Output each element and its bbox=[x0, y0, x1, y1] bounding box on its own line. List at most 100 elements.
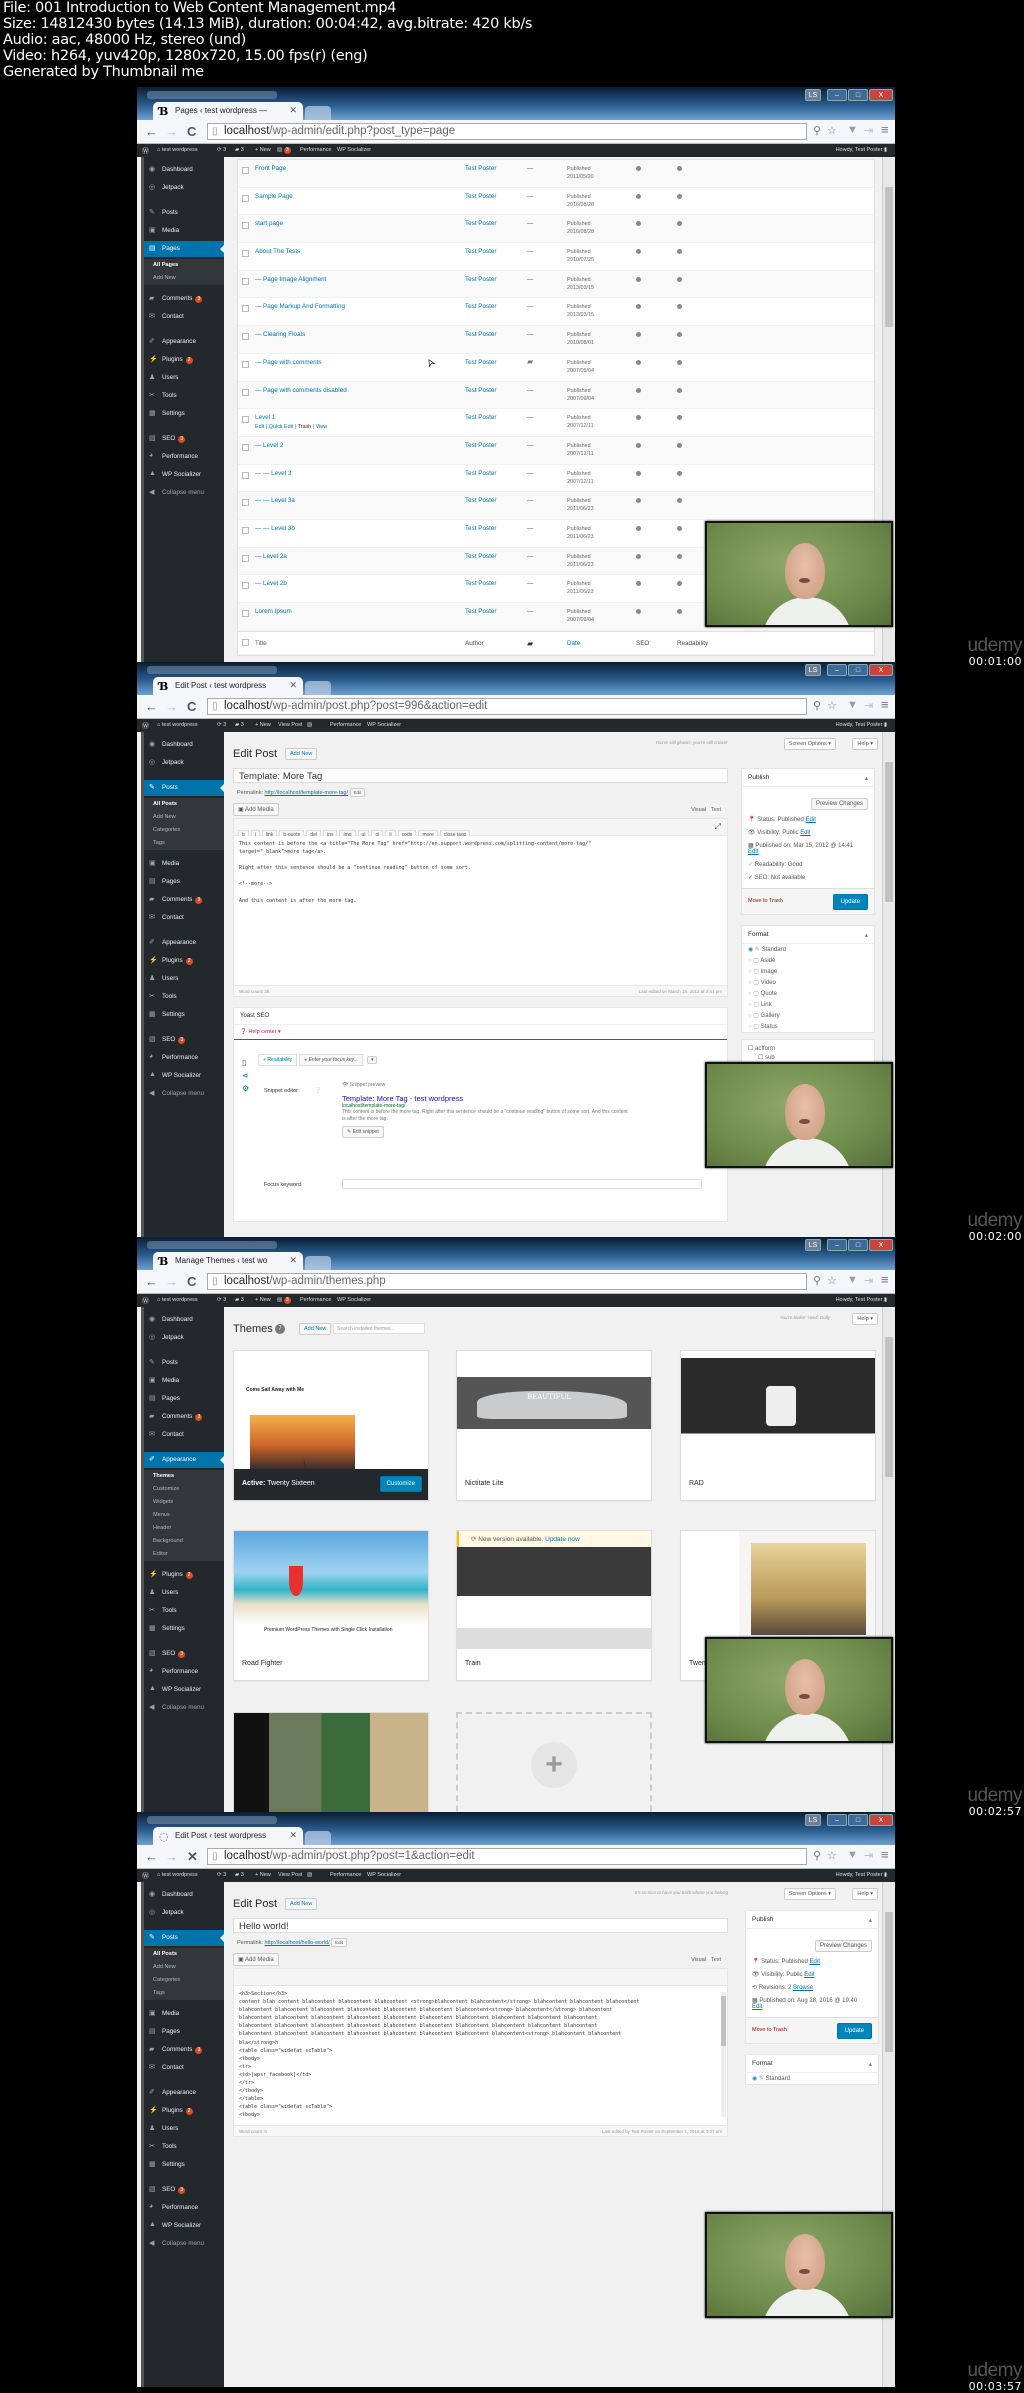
bookmark-star-icon[interactable]: ☆ bbox=[827, 124, 837, 137]
screen-options-button[interactable]: Screen Options ▾ bbox=[783, 738, 836, 750]
wordpress-logo-icon[interactable]: Ⓦ bbox=[142, 721, 149, 731]
row-checkbox[interactable] bbox=[242, 471, 249, 479]
performance-link[interactable]: Performance bbox=[300, 147, 332, 153]
page-title-link[interactable]: — Page with comments disabled bbox=[255, 387, 347, 394]
bookmark-star-icon[interactable]: ☆ bbox=[827, 1274, 837, 1287]
search-themes-input[interactable]: Search installed themes... bbox=[333, 1323, 425, 1334]
format-option[interactable]: ○ ▢ Quote bbox=[742, 988, 874, 999]
sidebar-item-media[interactable]: ▣ Media bbox=[144, 2006, 224, 2022]
focus-keyword-input[interactable] bbox=[342, 1179, 702, 1189]
browser-tab[interactable]: Ɓ Edit Post ‹ test wordpress ✕ bbox=[153, 677, 303, 695]
back-icon[interactable]: ← bbox=[145, 699, 158, 714]
help-center-toggle[interactable]: ❓ Help center ▾ bbox=[234, 1025, 727, 1040]
zoom-icon[interactable]: ⚲ bbox=[813, 1849, 821, 1862]
row-checkbox[interactable] bbox=[242, 582, 249, 590]
sidebar-item-users[interactable]: ♟ Users bbox=[144, 1585, 224, 1601]
stop-icon[interactable]: ✕ bbox=[187, 1849, 198, 1865]
scrollbar-thumb[interactable] bbox=[885, 1337, 893, 1477]
date-edit-link[interactable]: Edit bbox=[748, 849, 758, 855]
permalink-edit-button[interactable]: Edit bbox=[349, 788, 366, 797]
format-option[interactable]: ○ ▢ Link bbox=[742, 999, 874, 1010]
row-checkbox[interactable] bbox=[242, 554, 249, 562]
sidebar-item-plugins[interactable]: ⚡ Plugins 2 bbox=[144, 2103, 224, 2119]
author-link[interactable]: Test Poster bbox=[465, 303, 497, 310]
format-option[interactable]: ○ ▢ Video bbox=[742, 977, 874, 988]
sidebar-item-seo[interactable]: ▧ SEO 3 bbox=[144, 1646, 224, 1662]
author-link[interactable]: Test Poster bbox=[465, 276, 497, 283]
content-textarea[interactable]: This content is before the <a title="The… bbox=[233, 836, 728, 986]
extension-arrow-icon[interactable]: ⇥ bbox=[864, 1849, 873, 1862]
reload-icon[interactable]: C bbox=[187, 1274, 196, 1289]
sidebar-item-jetpack[interactable]: ◎ Jetpack bbox=[144, 180, 224, 196]
textarea-scrollbar[interactable] bbox=[721, 1992, 726, 2117]
sidebar-item-collapse-menu[interactable]: ◀ Collapse menu bbox=[144, 1086, 224, 1102]
sidebar-item-performance[interactable]: ◕ Performance bbox=[144, 1664, 224, 1680]
profile-button[interactable]: LS bbox=[805, 1814, 821, 1826]
submenu-item[interactable]: Add New bbox=[144, 272, 224, 285]
tab-text[interactable]: Text bbox=[707, 805, 724, 815]
sidebar-item-dashboard[interactable]: ◉ Dashboard bbox=[144, 737, 224, 753]
row-checkbox[interactable] bbox=[242, 499, 249, 507]
new-content-link[interactable]: + New bbox=[255, 1297, 271, 1303]
author-link[interactable]: Test Poster bbox=[465, 165, 497, 172]
tab-readability[interactable]: ● Readability bbox=[258, 1054, 298, 1066]
date-edit-link[interactable]: Edit bbox=[752, 2004, 762, 2010]
column-date[interactable]: Date bbox=[567, 640, 580, 647]
sidebar-item-tools[interactable]: ✂ Tools bbox=[144, 1603, 224, 1619]
howdy-user-menu[interactable]: Howdy, Test Poster ▮ bbox=[836, 147, 887, 153]
page-title-link[interactable]: Lorem Ipsum bbox=[255, 608, 292, 615]
sidebar-item-comments[interactable]: ▰ Comments 3 bbox=[144, 892, 224, 908]
sidebar-item-wp-socializer[interactable]: ▲ WP Socializer bbox=[144, 2218, 224, 2234]
submenu-item[interactable]: Themes bbox=[144, 1470, 224, 1483]
sidebar-item-pages[interactable]: ▤ Pages bbox=[144, 874, 224, 890]
theme-card[interactable]: RAD bbox=[680, 1350, 876, 1501]
sidebar-item-plugins[interactable]: ⚡ Plugins 2 bbox=[144, 352, 224, 368]
author-link[interactable]: Test Poster bbox=[465, 220, 497, 227]
extension-arrow-icon[interactable]: ⇥ bbox=[864, 1274, 873, 1287]
sidebar-item-appearance[interactable]: ✐ Appearance bbox=[144, 334, 224, 350]
wp-socializer-link[interactable]: WP Socializer bbox=[337, 147, 371, 153]
performance-link[interactable]: Performance bbox=[330, 1872, 362, 1878]
author-link[interactable]: Test Poster bbox=[465, 331, 497, 338]
new-tab-button[interactable] bbox=[305, 681, 331, 695]
sidebar-item-collapse-menu[interactable]: ◀ Collapse menu bbox=[144, 485, 224, 501]
scrollbar-thumb[interactable] bbox=[885, 1912, 893, 2052]
close-window-button[interactable]: X bbox=[869, 664, 893, 676]
scrollbar-thumb[interactable] bbox=[885, 762, 893, 902]
wp-socializer-link[interactable]: WP Socializer bbox=[367, 1872, 401, 1878]
author-link[interactable]: Test Poster bbox=[465, 580, 497, 587]
sidebar-item-appearance[interactable]: ✐ Appearance bbox=[144, 1452, 224, 1468]
permalink-link[interactable]: http://localhost/template-more-tag/ bbox=[265, 790, 348, 796]
back-icon[interactable]: ← bbox=[145, 1274, 158, 1289]
add-new-theme-button[interactable]: Add New bbox=[299, 1323, 332, 1335]
tab-visual[interactable]: Visual bbox=[691, 807, 706, 813]
author-link[interactable]: Test Poster bbox=[465, 442, 497, 449]
sidebar-item-contact[interactable]: ✉ Contact bbox=[144, 2060, 224, 2076]
bookmark-star-icon[interactable]: ☆ bbox=[827, 1849, 837, 1862]
forward-icon[interactable]: → bbox=[165, 1274, 178, 1289]
new-content-link[interactable]: + New bbox=[255, 722, 271, 728]
add-new-button[interactable]: Add New bbox=[285, 748, 318, 760]
performance-link[interactable]: Performance bbox=[330, 722, 362, 728]
url-input[interactable]: ▯ localhost/wp-admin/edit.php?post_type=p… bbox=[207, 123, 807, 140]
sidebar-item-wp-socializer[interactable]: ▲ WP Socializer bbox=[144, 467, 224, 483]
extension-v-icon[interactable]: ▼ bbox=[847, 1849, 858, 1861]
site-name-link[interactable]: ⌂ test wordpress bbox=[157, 1297, 198, 1303]
close-window-button[interactable]: X bbox=[869, 1814, 893, 1826]
close-tab-icon[interactable]: ✕ bbox=[289, 105, 297, 116]
sidebar-item-posts[interactable]: ✎ Posts bbox=[144, 1930, 224, 1946]
quick-edit-link[interactable]: Quick Edit bbox=[269, 424, 294, 430]
row-checkbox[interactable] bbox=[242, 250, 249, 258]
sidebar-item-jetpack[interactable]: ◎ Jetpack bbox=[144, 1330, 224, 1346]
author-link[interactable]: Test Poster bbox=[465, 553, 497, 560]
submenu-item[interactable]: Customize bbox=[144, 1483, 224, 1496]
visibility-edit-link[interactable]: Edit bbox=[800, 830, 810, 836]
sidebar-item-wp-socializer[interactable]: ▲ WP Socializer bbox=[144, 1682, 224, 1698]
close-window-button[interactable]: X bbox=[869, 89, 893, 101]
sidebar-item-contact[interactable]: ✉ Contact bbox=[144, 910, 224, 926]
profile-button[interactable]: LS bbox=[805, 664, 821, 676]
format-option[interactable]: ○ ▢ Gallery bbox=[742, 1010, 874, 1021]
comments-link[interactable]: ▰ 3 bbox=[235, 1872, 244, 1878]
tab-text[interactable]: Text bbox=[707, 1955, 724, 1965]
zoom-icon[interactable]: ⚲ bbox=[813, 1274, 821, 1287]
